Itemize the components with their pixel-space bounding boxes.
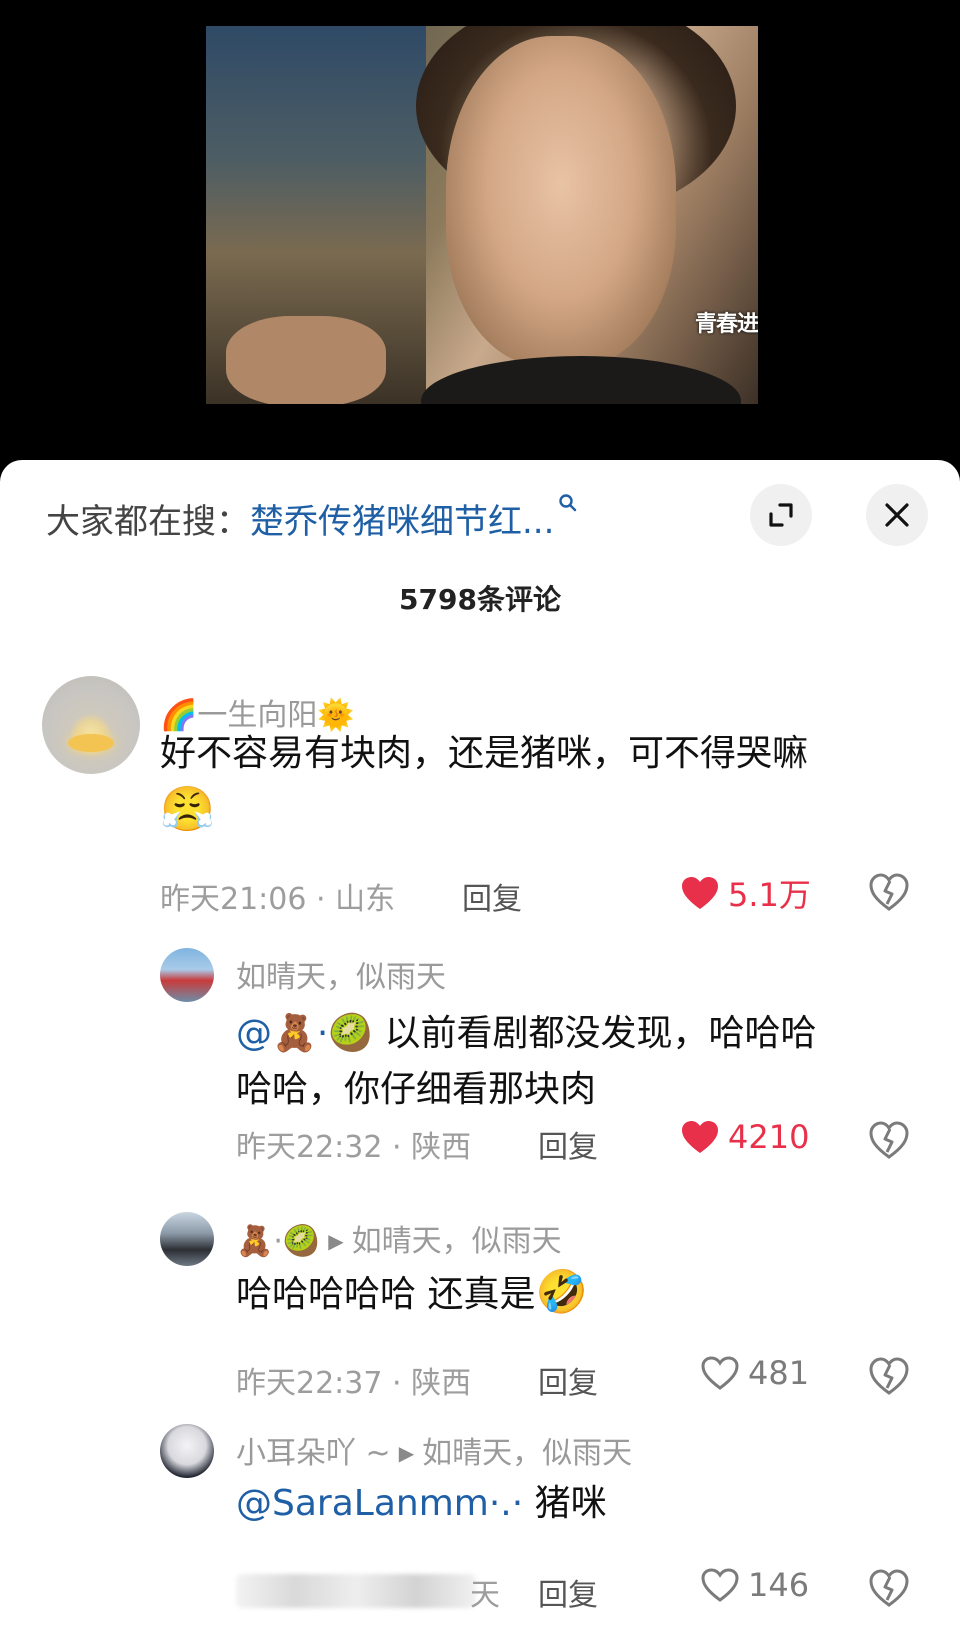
heart-outline-icon xyxy=(701,1356,739,1390)
reply-text[interactable]: 哈哈哈哈哈 还真是🤣 xyxy=(236,1264,896,1323)
like-count: 4210 xyxy=(728,1118,810,1156)
close-icon xyxy=(885,503,909,527)
reply-username[interactable]: 小耳朵吖 ~ xyxy=(236,1436,391,1471)
dislike-icon[interactable] xyxy=(868,1120,910,1160)
reply-username-row[interactable]: 🧸·🥝 ▶ 如晴天，似雨天 xyxy=(236,1216,562,1260)
avatar[interactable] xyxy=(160,948,214,1002)
reply-text[interactable]: @SaraLanmm·.· 猪咪 xyxy=(236,1476,896,1532)
reply-username-row[interactable]: 小耳朵吖 ~ ▶ 如晴天，似雨天 xyxy=(236,1428,632,1472)
comment-text-content: 好不容易有块肉，还是猪咪，可不得哭嘛 xyxy=(160,733,809,774)
trending-search-prefix: 大家都在搜： xyxy=(46,501,250,542)
like-button[interactable]: 146 xyxy=(700,1566,809,1604)
avatar[interactable] xyxy=(160,1424,214,1478)
trending-search-bar[interactable]: 大家都在搜： 楚乔传猪咪细节红... xyxy=(46,488,578,548)
heart-filled-icon xyxy=(682,1121,718,1153)
mention-link[interactable]: @SaraLanmm·.· xyxy=(236,1483,523,1524)
reply-to-username[interactable]: 如晴天，似雨天 xyxy=(352,1224,562,1259)
like-button[interactable]: 4210 xyxy=(680,1118,809,1156)
reply-item: 🧸·🥝 ▶ 如晴天，似雨天 哈哈哈哈哈 还真是🤣 昨天22:37 · 陕西 回复 4… xyxy=(0,1212,960,1401)
dislike-icon[interactable] xyxy=(868,1356,910,1396)
comment-time-location: 昨天21:06 · 山东 xyxy=(160,882,396,917)
reply-item: 如晴天，似雨天 @🧸·🥝 以前看剧都没发现，哈哈哈 哈哈，你仔细看那块肉 昨天2… xyxy=(0,948,960,1168)
dislike-icon[interactable] xyxy=(868,872,910,912)
video-watermark: 青春进 xyxy=(694,312,758,337)
video-bowl xyxy=(421,356,741,404)
video-figure-face xyxy=(446,36,676,366)
comments-sheet: 大家都在搜： 楚乔传猪咪细节红... 5798条评论 🌈一生向阳🌞 好不容易有块… xyxy=(0,460,960,1625)
comment-count: 5798条评论 xyxy=(399,583,561,616)
reply-username[interactable]: 🧸·🥝 xyxy=(236,1224,320,1259)
reply-text[interactable]: @🧸·🥝 以前看剧都没发现，哈哈哈 哈哈，你仔细看那块肉 xyxy=(236,1006,896,1118)
huffing-emoji-icon: 😤 xyxy=(160,784,215,835)
redacted-timestamp xyxy=(236,1574,476,1608)
reply-button[interactable]: 回复 xyxy=(538,1358,598,1402)
expand-icon xyxy=(769,503,793,527)
like-count: 146 xyxy=(748,1566,810,1604)
reply-time-location: 昨天22:32 · 陕西 xyxy=(236,1130,472,1165)
reply-time-location: 天 xyxy=(470,1578,500,1613)
like-count: 5.1万 xyxy=(728,876,811,914)
reply-username[interactable]: 如晴天，似雨天 xyxy=(236,952,446,996)
reply-button[interactable]: 回复 xyxy=(538,1570,598,1614)
heart-filled-icon xyxy=(682,877,718,909)
avatar[interactable] xyxy=(42,676,140,774)
heart-outline-icon xyxy=(701,1568,739,1602)
comment-item: 🌈一生向阳🌞 好不容易有块肉，还是猪咪，可不得哭嘛 😤 昨天21:06 · 山东… xyxy=(0,676,960,917)
video-frame[interactable]: 青春进 xyxy=(206,26,758,404)
comment-text[interactable]: 好不容易有块肉，还是猪咪，可不得哭嘛 😤 xyxy=(160,726,900,841)
like-button[interactable]: 481 xyxy=(700,1354,809,1392)
mention-link[interactable]: @🧸·🥝 xyxy=(236,1013,373,1054)
like-button[interactable]: 5.1万 xyxy=(680,870,811,916)
trending-search-term[interactable]: 楚乔传猪咪细节红... xyxy=(250,494,554,543)
lotus-icon xyxy=(68,734,114,752)
like-count: 481 xyxy=(748,1354,810,1392)
dislike-icon[interactable] xyxy=(868,1568,910,1608)
reply-text-content: 猪咪 xyxy=(523,1483,607,1524)
video-player[interactable]: 青春进 xyxy=(0,0,960,462)
reply-time-location: 昨天22:37 · 陕西 xyxy=(236,1366,472,1401)
reply-arrow-icon: ▶ xyxy=(398,1441,415,1465)
search-icon[interactable] xyxy=(558,493,578,519)
close-button[interactable] xyxy=(866,484,928,546)
reply-text-content: 哈哈哈哈哈 还真是 xyxy=(236,1274,536,1315)
reply-text-line1: 以前看剧都没发现，哈哈哈 xyxy=(373,1013,817,1054)
reply-to-username[interactable]: 如晴天，似雨天 xyxy=(422,1436,632,1471)
reply-arrow-icon: ▶ xyxy=(328,1229,344,1253)
reply-button[interactable]: 回复 xyxy=(538,1122,598,1166)
reply-text-line2: 哈哈，你仔细看那块肉 xyxy=(236,1069,597,1110)
rolling-laughing-emoji-icon: 🤣 xyxy=(535,1267,588,1316)
expand-button[interactable] xyxy=(750,484,812,546)
reply-button[interactable]: 回复 xyxy=(462,874,522,918)
reply-item: 小耳朵吖 ~ ▶ 如晴天，似雨天 @SaraLanmm·.· 猪咪 天 回复 146 xyxy=(0,1424,960,1614)
avatar[interactable] xyxy=(160,1212,214,1266)
video-figure-hand xyxy=(226,316,386,404)
